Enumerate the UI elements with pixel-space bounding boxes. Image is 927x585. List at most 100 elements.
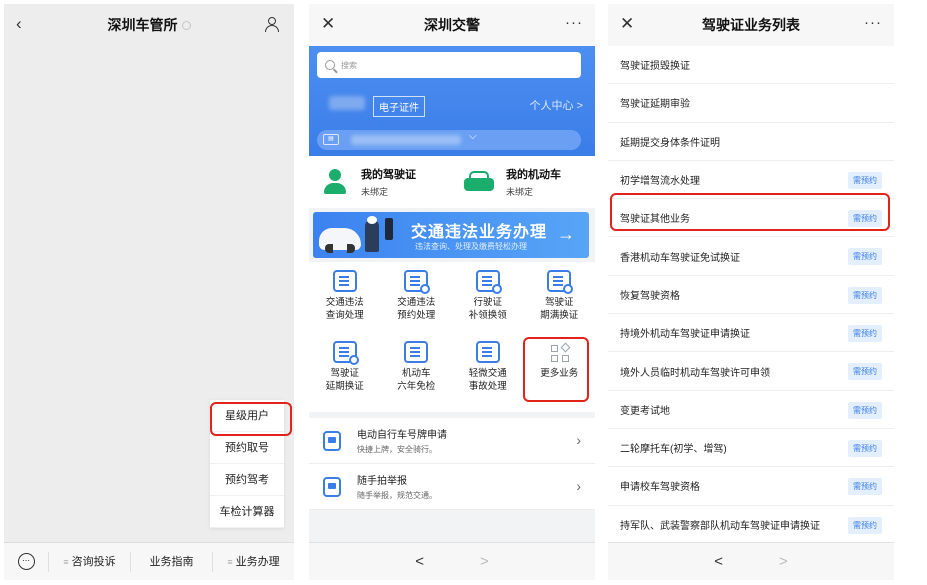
forward-icon[interactable]: > <box>480 553 489 570</box>
blurred-username <box>329 96 365 110</box>
chevron-right-icon: › <box>576 432 581 448</box>
id-card-bar[interactable]: ▤ ⌵ <box>317 130 581 150</box>
list-item[interactable]: 初学增驾流水处理 需预约 <box>608 161 894 200</box>
wechat-official-account-screen: ‹ 深圳车管所 星级用户 预约取号 预约驾考 车检计算器 ⋯ ≡ 咨询投诉 业务指… <box>4 4 294 580</box>
appointment-badge: 需预约 <box>848 210 882 228</box>
appointment-badge: 需预约 <box>848 286 882 304</box>
close-icon[interactable]: ✕ <box>620 14 634 34</box>
bottom-menu-guide[interactable]: 业务指南 <box>130 551 212 572</box>
service-label: 驾驶证 <box>330 368 359 379</box>
service-label-line2: 延期换证 <box>325 381 364 392</box>
list-item-label: 驾驶证延期审验 <box>620 99 690 111</box>
personal-center-link[interactable]: 个人中心 > <box>530 97 583 113</box>
list-item[interactable]: 变更考试地 需预约 <box>608 391 894 429</box>
back-icon[interactable]: < <box>714 553 723 570</box>
accident-icon <box>475 341 500 363</box>
bottom-menu-bar: ⋯ ≡ 咨询投诉 业务指南 ≡ 业务办理 <box>4 542 294 580</box>
service-license-extension[interactable]: 驾驶证 延期换证 <box>309 341 381 412</box>
arrow-right-icon: → <box>557 224 575 244</box>
service-vehicle-license[interactable]: 行驶证 补领换领 <box>452 270 524 341</box>
ebike-icon <box>323 430 341 451</box>
appointment-badge: 需预约 <box>848 516 882 534</box>
appointment-badge: 需预约 <box>848 325 882 343</box>
my-license-title: 我的驾驶证 <box>361 169 416 181</box>
service-label: 机动车 <box>401 368 431 379</box>
list-item[interactable]: 电动自行车号牌申请 快捷上牌，安全骑行。 › <box>309 418 595 464</box>
list-item[interactable]: 申请校车驾驶资格 需预约 <box>608 467 894 506</box>
appointment-badge: 需预约 <box>848 401 882 419</box>
list-item-label: 二轮摩托车(初学、增驾) <box>620 444 727 456</box>
list-item-label: 驾驶证损毁换证 <box>620 61 690 73</box>
car-icon <box>464 170 494 194</box>
browser-nav-bar: < > <box>608 542 894 580</box>
blurred-id-number <box>351 135 461 145</box>
page-title: 深圳车管所 <box>107 17 178 33</box>
violation-banner[interactable]: 交通违法业务办理 违法查询、处理及缴费轻松办理 → <box>313 212 589 258</box>
menu-item-star-user[interactable]: 星级用户 <box>210 400 284 432</box>
list-item[interactable]: 驾驶证延期审验 <box>608 84 894 123</box>
header: ✕ 深圳交警 ··· <box>309 4 595 46</box>
service-license-renewal[interactable]: 驾驶证 期满换证 <box>524 270 596 341</box>
list-item[interactable]: 境外人员临时机动车驾驶许可申领 需预约 <box>608 352 894 391</box>
bottom-menu-business[interactable]: ≡ 业务办理 <box>212 551 294 572</box>
list-item-title: 电动自行车号牌申请 <box>357 430 447 441</box>
user-icon[interactable] <box>264 17 280 33</box>
service-label: 更多业务 <box>540 368 579 379</box>
my-license-status: 未绑定 <box>361 187 389 197</box>
list-item-label: 香港机动车驾驶证免试换证 <box>620 252 740 264</box>
traffic-light-illustration <box>385 218 393 240</box>
appointment-badge: 需预约 <box>848 248 882 266</box>
my-license-card[interactable]: 我的驾驶证 未绑定 <box>309 156 452 208</box>
exempt-icon <box>404 341 429 363</box>
list-item-label: 持军队、武装警察部队机动车驾驶证申请换证 <box>620 520 820 532</box>
list-item[interactable]: 随手拍举报 随手举报，规范交通。 › <box>309 464 595 510</box>
my-vehicle-card[interactable]: 我的机动车 未绑定 <box>452 156 595 208</box>
license-business-list-screen: ✕ 驾驶证业务列表 ··· 驾驶证损毁换证 驾驶证延期审验 延期提交身体条件证明… <box>608 4 894 580</box>
service-more[interactable]: 更多业务 <box>524 341 596 412</box>
service-label: 交通违法 <box>325 297 364 308</box>
more-icon[interactable]: ··· <box>864 14 882 31</box>
service-label-line2: 补领换领 <box>468 310 507 321</box>
list-item[interactable]: 延期提交身体条件证明 <box>608 123 894 161</box>
my-vehicle-title: 我的机动车 <box>506 169 561 181</box>
violation-icon <box>332 270 357 292</box>
service-minor-accident[interactable]: 轻微交通 事故处理 <box>452 341 524 412</box>
id-card-icon: ▤ <box>323 134 339 145</box>
list-item-label: 申请校车驾驶资格 <box>620 482 700 494</box>
list-item[interactable]: 驾驶证其他业务 需预约 <box>608 199 894 238</box>
profile-area: 搜索 电子证件 个人中心 > ▤ ⌵ <box>309 46 595 156</box>
back-icon[interactable]: < <box>415 553 424 570</box>
back-icon[interactable]: ‹ <box>16 14 22 34</box>
keyboard-icon[interactable]: ⋯ <box>4 553 48 570</box>
calendar-icon <box>404 270 431 294</box>
grid-icon <box>547 341 571 363</box>
list-item[interactable]: 持境外机动车驾驶证申请换证 需预约 <box>608 314 894 353</box>
my-bindings-row: 我的驾驶证 未绑定 我的机动车 未绑定 <box>309 156 595 208</box>
browser-nav-bar: < > <box>309 542 595 580</box>
list-item-label: 变更考试地 <box>620 405 670 417</box>
service-label: 交通违法 <box>397 297 436 308</box>
list-item[interactable]: 香港机动车驾驶证免试换证 需预约 <box>608 237 894 276</box>
report-icon <box>323 476 341 497</box>
list-item[interactable]: 驾驶证损毁换证 <box>608 46 894 85</box>
list-item[interactable]: 持军队、武装警察部队机动车驾驶证申请换证 需预约 <box>608 506 894 544</box>
car-illustration <box>319 228 361 253</box>
bottom-menu-complaint[interactable]: ≡ 咨询投诉 <box>48 551 130 572</box>
more-icon[interactable]: ··· <box>565 14 583 31</box>
forward-icon[interactable]: > <box>779 553 788 570</box>
banner-subtitle: 违法查询、处理及缴费轻松办理 <box>415 242 527 251</box>
close-icon[interactable]: ✕ <box>321 14 335 34</box>
menu-item-appointment-exam[interactable]: 预约驾考 <box>210 464 284 496</box>
list-item[interactable]: 二轮摩托车(初学、增驾) 需预约 <box>608 429 894 468</box>
service-six-year-exempt[interactable]: 机动车 六年免检 <box>381 341 453 412</box>
service-label: 轻微交通 <box>468 368 507 379</box>
service-violation-query[interactable]: 交通违法 查询处理 <box>309 270 381 341</box>
list-item-label: 境外人员临时机动车驾驶许可申领 <box>620 367 770 379</box>
list-item[interactable]: 恢复驾驶资格 需预约 <box>608 276 894 315</box>
search-input[interactable]: 搜索 <box>317 52 581 78</box>
service-violation-appointment[interactable]: 交通违法 预约处理 <box>381 270 453 341</box>
e-certificate-button[interactable]: 电子证件 <box>373 96 425 117</box>
menu-item-inspection-calculator[interactable]: 车检计算器 <box>210 496 284 528</box>
appointment-badge: 需预约 <box>848 171 882 189</box>
menu-item-appointment-number[interactable]: 预约取号 <box>210 432 284 464</box>
